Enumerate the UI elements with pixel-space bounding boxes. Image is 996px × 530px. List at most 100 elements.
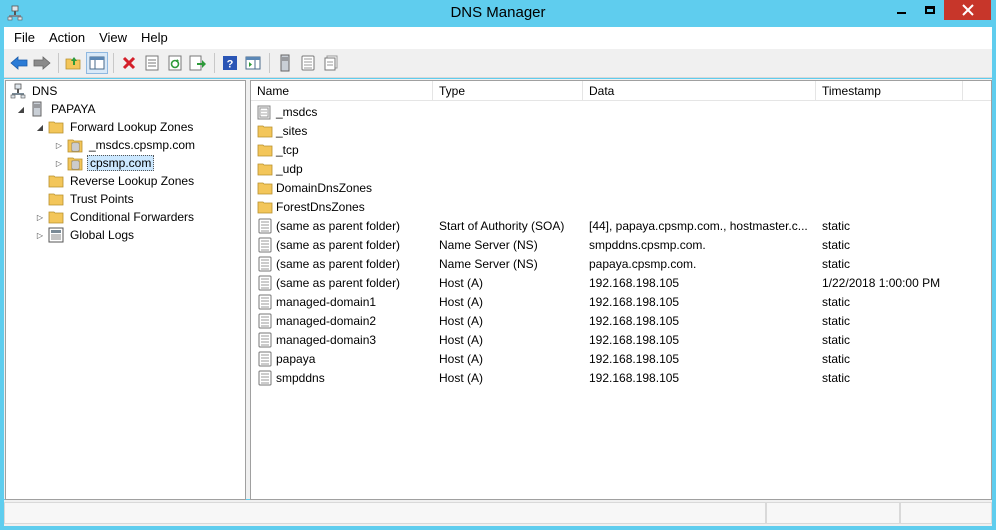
tree-node-papaya[interactable]: ◢ PAPAYA	[16, 100, 97, 118]
cell-data: 192.168.198.105	[589, 275, 680, 290]
table-row[interactable]: smpddns Host (A) 192.168.198.105 static	[251, 368, 991, 387]
cell-name: (same as parent folder)	[251, 237, 433, 253]
tree-node-msdcs-zone[interactable]: ▷ _msdcs.cpsmp.com	[54, 136, 197, 154]
table-row[interactable]: _sites	[251, 121, 991, 140]
forward-arrow-icon	[33, 56, 51, 70]
records-list[interactable]: Name Type Data Timestamp _msdcs _sites _tc…	[250, 80, 992, 500]
console-tree[interactable]: DNS ◢ PAPAYA ◢ Forward Lookup Zones ▷ _m…	[5, 80, 246, 500]
cell-name-text: _msdcs	[276, 104, 318, 119]
dns-manager-window: DNS Manager File Action View Help ? DNS …	[0, 0, 996, 530]
cell-name: _tcp	[251, 142, 433, 158]
close-button[interactable]	[944, 0, 991, 20]
delete-icon	[122, 56, 136, 70]
folder-icon	[257, 199, 273, 215]
cell-data: 192.168.198.105	[589, 370, 680, 385]
table-row[interactable]: DomainDnsZones	[251, 178, 991, 197]
maximize-button[interactable]	[916, 0, 943, 20]
tree-node-label: _msdcs.cpsmp.com	[89, 138, 196, 152]
cell-name: (same as parent folder)	[251, 218, 433, 234]
delete-button[interactable]	[118, 52, 140, 74]
menu-help[interactable]: Help	[134, 27, 175, 49]
table-row[interactable]: ForestDnsZones	[251, 197, 991, 216]
folder-icon	[257, 123, 273, 139]
collapse-arrow-icon[interactable]: ◢	[16, 100, 26, 118]
tree-node-reverse-lookup-zones[interactable]: Reverse Lookup Zones	[48, 172, 196, 190]
cell-name: managed-domain2	[251, 313, 433, 329]
tree-node-dns[interactable]: DNS	[10, 82, 59, 100]
table-row[interactable]: managed-domain3 Host (A) 192.168.198.105 st…	[251, 330, 991, 349]
column-header-type[interactable]: Type	[433, 81, 583, 101]
cell-type: Host (A)	[439, 370, 484, 385]
title-bar[interactable]: DNS Manager	[0, 0, 996, 27]
cell-name-text: _tcp	[276, 142, 299, 157]
menu-bar: File Action View Help	[0, 27, 996, 49]
properties-button[interactable]	[141, 52, 163, 74]
menu-view[interactable]: View	[92, 27, 134, 49]
server-button[interactable]	[274, 52, 296, 74]
column-header-timestamp[interactable]: Timestamp	[816, 81, 963, 101]
table-row[interactable]: (same as parent folder) Host (A) 192.168.1…	[251, 273, 991, 292]
record-icon	[257, 294, 273, 310]
tree-node-label-selected: cpsmp.com	[87, 155, 155, 171]
table-row[interactable]: managed-domain1 Host (A) 192.168.198.105 st…	[251, 292, 991, 311]
record-icon	[257, 351, 273, 367]
export-list-button[interactable]	[187, 52, 209, 74]
cell-data: papaya.cpsmp.com.	[589, 256, 697, 271]
back-arrow-icon	[10, 56, 28, 70]
menu-action[interactable]: Action	[42, 27, 92, 49]
minimize-button[interactable]	[888, 0, 915, 20]
folder-icon	[257, 161, 273, 177]
records-button[interactable]	[320, 52, 342, 74]
tree-node-cpsmp-zone[interactable]: ▷ cpsmp.com	[54, 154, 155, 172]
column-header-data[interactable]: Data	[583, 81, 816, 101]
cell-name-text: managed-domain3	[276, 332, 377, 347]
table-row[interactable]: _udp	[251, 159, 991, 178]
table-row[interactable]: managed-domain2 Host (A) 192.168.198.105 st…	[251, 311, 991, 330]
back-button[interactable]	[8, 52, 30, 74]
cell-name: ForestDnsZones	[251, 199, 433, 215]
tree-node-label: Conditional Forwarders	[70, 210, 195, 224]
cell-name-text: _udp	[276, 161, 303, 176]
new-record-button[interactable]	[297, 52, 319, 74]
server-icon	[29, 101, 45, 117]
forward-button[interactable]	[31, 52, 53, 74]
table-row[interactable]: (same as parent folder) Name Server (NS) p…	[251, 254, 991, 273]
table-row[interactable]: _msdcs	[251, 102, 991, 121]
table-row[interactable]: (same as parent folder) Name Server (NS) s…	[251, 235, 991, 254]
cell-timestamp: static	[822, 332, 851, 347]
tree-node-forward-lookup-zones[interactable]: ◢ Forward Lookup Zones	[35, 118, 195, 136]
refresh-button[interactable]	[164, 52, 186, 74]
expand-arrow-icon[interactable]: ▷	[35, 208, 45, 226]
expand-arrow-icon[interactable]: ▷	[54, 154, 64, 172]
help-button[interactable]: ?	[219, 52, 241, 74]
cell-data: [44], papaya.cpsmp.com., hostmaster.c...	[589, 218, 808, 233]
tree-node-label: DNS	[32, 84, 58, 98]
tree-node-trust-points[interactable]: Trust Points	[48, 190, 136, 208]
cell-name-text: DomainDnsZones	[276, 180, 373, 195]
record-icon	[257, 218, 273, 234]
cell-name-text: managed-domain2	[276, 313, 377, 328]
cell-name: DomainDnsZones	[251, 180, 433, 196]
table-row[interactable]: (same as parent folder) Start of Authorit…	[251, 216, 991, 235]
dns-icon	[10, 83, 26, 99]
expand-arrow-icon[interactable]: ▷	[54, 136, 64, 154]
folder-icon	[48, 191, 64, 207]
close-icon	[961, 4, 974, 16]
cell-timestamp: static	[822, 294, 851, 309]
cell-name-text: ForestDnsZones	[276, 199, 365, 214]
menu-file[interactable]: File	[4, 27, 42, 49]
status-bar	[4, 500, 992, 526]
show-hide-action-pane-button[interactable]	[242, 52, 264, 74]
table-row[interactable]: papaya Host (A) 192.168.198.105 static	[251, 349, 991, 368]
table-row[interactable]: _tcp	[251, 140, 991, 159]
tree-node-global-logs[interactable]: ▷ Global Logs	[35, 226, 136, 244]
show-hide-console-tree-button[interactable]	[86, 52, 108, 74]
window-title: DNS Manager	[450, 4, 546, 21]
column-header-name[interactable]: Name	[251, 81, 433, 101]
logs-icon	[48, 227, 64, 243]
collapse-arrow-icon[interactable]: ◢	[35, 118, 45, 136]
tree-node-conditional-forwarders[interactable]: ▷ Conditional Forwarders	[35, 208, 196, 226]
export-list-icon	[189, 55, 206, 71]
expand-arrow-icon[interactable]: ▷	[35, 226, 45, 244]
up-one-level-button[interactable]	[63, 52, 85, 74]
